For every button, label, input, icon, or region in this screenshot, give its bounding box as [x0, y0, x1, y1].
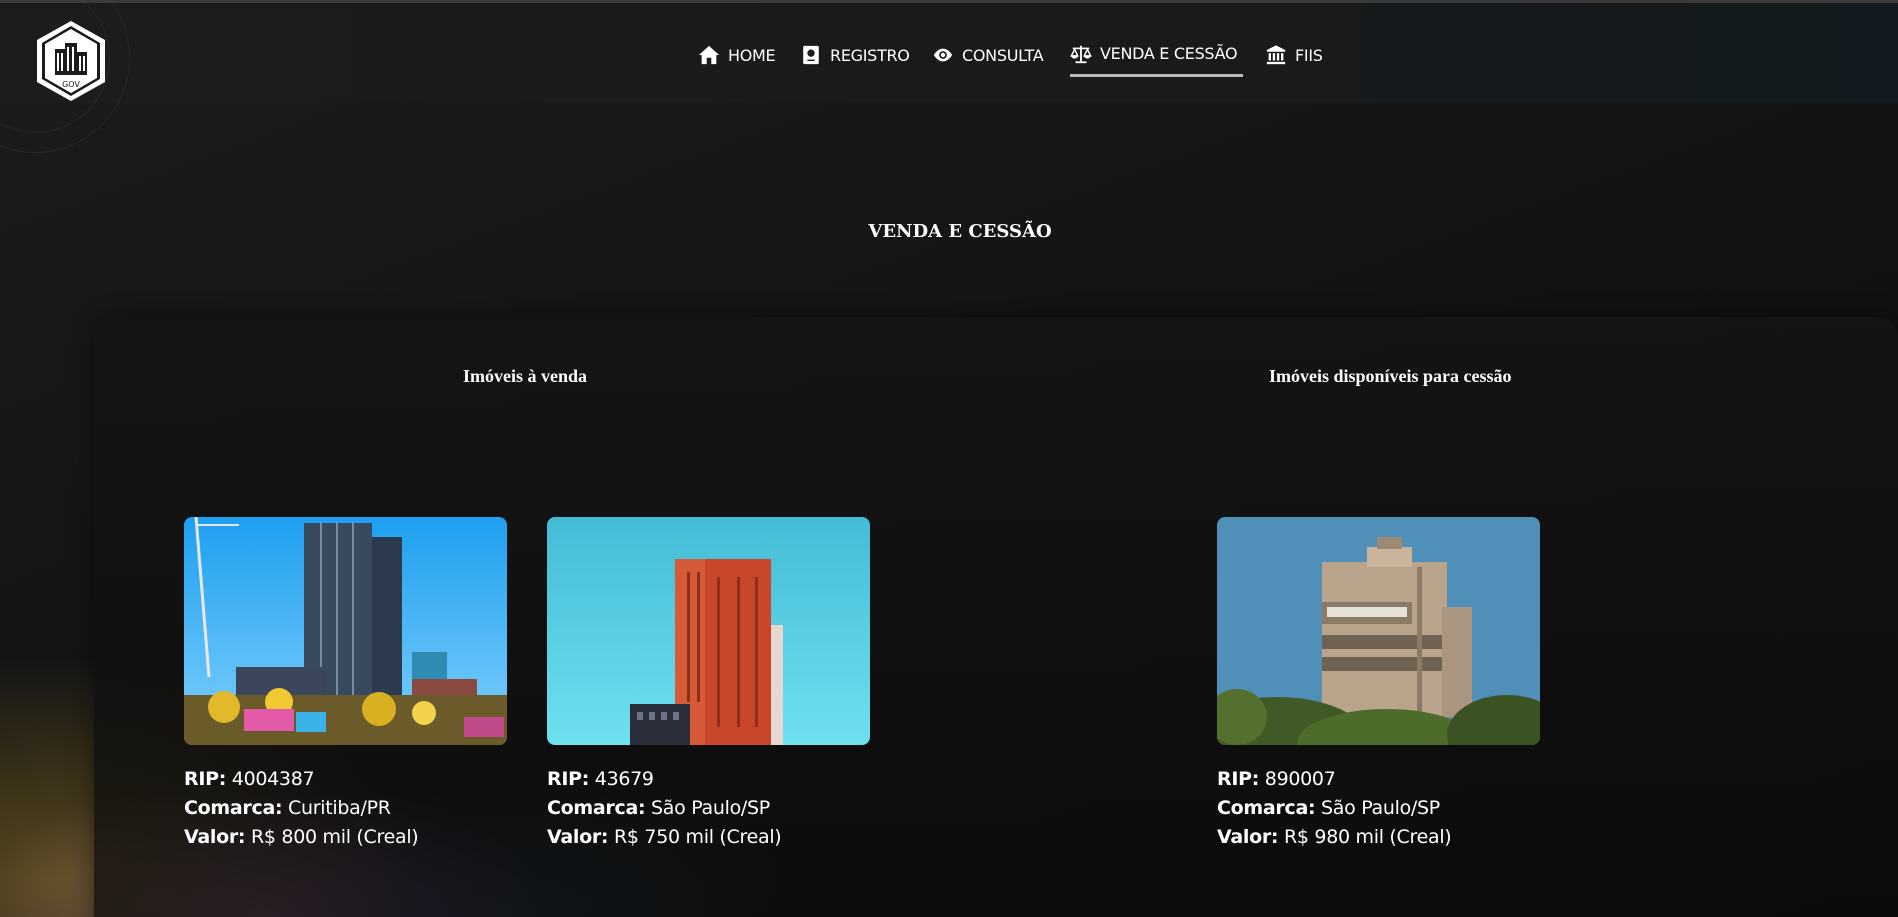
rip-row: RIP: 43679 [547, 765, 870, 794]
property-info: RIP: 890007 Comarca: São Paulo/SP Valor:… [1217, 765, 1540, 852]
comarca-row: Comarca: Curitiba/PR [184, 794, 507, 823]
rip-label: RIP: [1217, 768, 1260, 790]
passport-icon [803, 45, 819, 65]
valor-label: Valor: [1217, 826, 1279, 848]
property-photo [547, 517, 870, 745]
property-info: RIP: 4004387 Comarca: Curitiba/PR Valor:… [184, 765, 507, 852]
nav-label: HOME [728, 45, 776, 65]
property-photo [1217, 517, 1540, 745]
home-icon [698, 45, 720, 65]
rip-label: RIP: [184, 768, 227, 790]
valor-value: R$ 980 mil (Creal) [1283, 826, 1452, 848]
rip-value: 890007 [1264, 768, 1336, 790]
bank-icon [1266, 45, 1286, 65]
nav-label: VENDA E CESSÃO [1100, 44, 1238, 63]
valor-row: Valor: R$ 750 mil (Creal) [547, 823, 870, 852]
comarca-label: Comarca: [547, 797, 646, 819]
valor-label: Valor: [547, 826, 609, 848]
rip-label: RIP: [547, 768, 590, 790]
nav-label: CONSULTA [962, 45, 1044, 65]
nav-label: FIIS [1295, 45, 1323, 65]
comarca-row: Comarca: São Paulo/SP [547, 794, 870, 823]
nav-item-registro[interactable]: REGISTRO [800, 33, 910, 77]
main-nav: HOME REGISTRO CONSULTA VENDA E CESSÃO FI… [0, 3, 1898, 106]
property-photo [184, 517, 507, 745]
comarca-value: Curitiba/PR [288, 797, 391, 819]
comarca-value: São Paulo/SP [651, 797, 770, 819]
eye-icon [933, 48, 953, 62]
valor-value: R$ 800 mil (Creal) [250, 826, 419, 848]
nav-item-consulta[interactable]: CONSULTA [932, 33, 1044, 77]
property-card[interactable]: RIP: 43679 Comarca: São Paulo/SP Valor: … [547, 517, 870, 852]
nav-item-fiis[interactable]: FIIS [1265, 33, 1323, 77]
section-title-venda: Imóveis à venda [463, 366, 588, 386]
property-card[interactable]: RIP: 890007 Comarca: São Paulo/SP Valor:… [1217, 517, 1540, 852]
scale-icon [1070, 45, 1092, 63]
comarca-row: Comarca: São Paulo/SP [1217, 794, 1540, 823]
nav-item-home[interactable]: HOME [698, 33, 776, 77]
valor-row: Valor: R$ 980 mil (Creal) [1217, 823, 1540, 852]
page-title: VENDA E CESSÃO [868, 221, 1052, 242]
nav-item-venda-e-cessao[interactable]: VENDA E CESSÃO [1070, 33, 1243, 77]
comarca-value: São Paulo/SP [1321, 797, 1440, 819]
property-info: RIP: 43679 Comarca: São Paulo/SP Valor: … [547, 765, 870, 852]
valor-row: Valor: R$ 800 mil (Creal) [184, 823, 507, 852]
top-navbar: GOV HOME REGISTRO CONSULTA VENDA E CESSÃ… [0, 0, 1898, 153]
property-card[interactable]: RIP: 4004387 Comarca: Curitiba/PR Valor:… [184, 517, 507, 852]
comarca-label: Comarca: [184, 797, 283, 819]
rip-value: 43679 [594, 768, 654, 790]
rip-row: RIP: 890007 [1217, 765, 1540, 794]
rip-row: RIP: 4004387 [184, 765, 507, 794]
rip-value: 4004387 [231, 768, 315, 790]
valor-label: Valor: [184, 826, 246, 848]
comarca-label: Comarca: [1217, 797, 1316, 819]
section-title-cessao: Imóveis disponíveis para cessão [1269, 366, 1512, 386]
valor-value: R$ 750 mil (Creal) [613, 826, 782, 848]
nav-label: REGISTRO [830, 45, 910, 65]
